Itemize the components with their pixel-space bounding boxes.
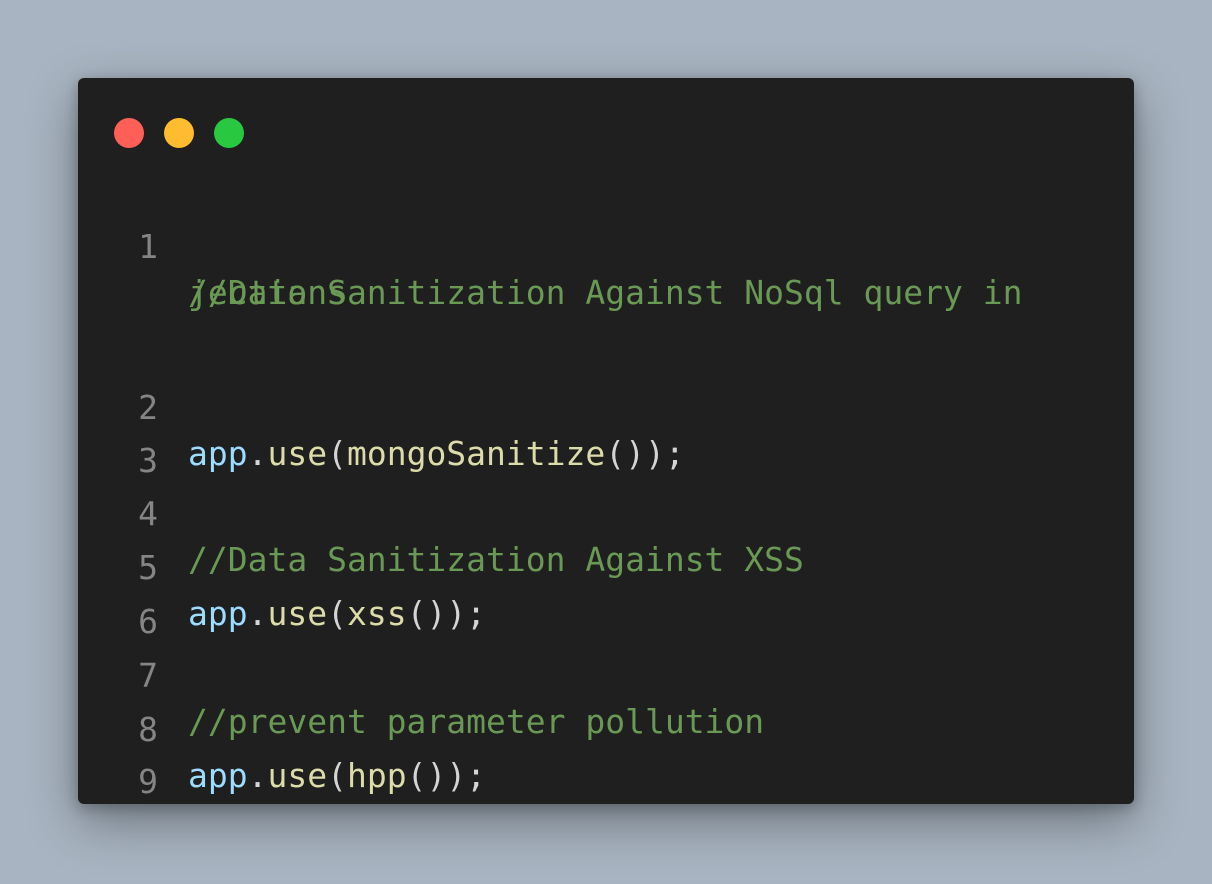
- code-statement: app.use(hpp());: [188, 753, 486, 799]
- close-parens: ());: [406, 594, 487, 633]
- maximize-dot-icon[interactable]: [214, 118, 244, 148]
- line-number: 9: [138, 762, 158, 801]
- minimize-dot-icon[interactable]: [164, 118, 194, 148]
- function-call: mongoSanitize: [346, 434, 606, 473]
- function-call: hpp: [346, 756, 407, 795]
- open-paren: (: [327, 434, 347, 473]
- function-call: xss: [346, 594, 407, 633]
- dot-operator: .: [247, 594, 268, 633]
- close-dot-icon[interactable]: [114, 118, 144, 148]
- open-paren: (: [327, 594, 347, 633]
- open-paren: (: [327, 756, 347, 795]
- method-use: use: [267, 756, 328, 795]
- code-line-9: 9: [100, 713, 219, 851]
- dot-operator: .: [247, 756, 268, 795]
- method-use: use: [267, 434, 328, 473]
- method-use: use: [267, 594, 328, 633]
- code-statement: app.use(mongoSanitize());: [188, 431, 685, 477]
- close-parens: ());: [605, 434, 685, 473]
- comment-text: //Data Sanitization Against XSS: [188, 540, 804, 579]
- comment-text-continued: jections: [188, 273, 347, 312]
- code-window: 1 //Data Sanitization Against NoSql quer…: [78, 78, 1134, 804]
- dot-operator: .: [247, 434, 268, 473]
- comment-text: //prevent parameter pollution: [188, 702, 765, 741]
- code-statement: app.use(xss());: [188, 591, 486, 637]
- close-parens: ());: [406, 756, 487, 795]
